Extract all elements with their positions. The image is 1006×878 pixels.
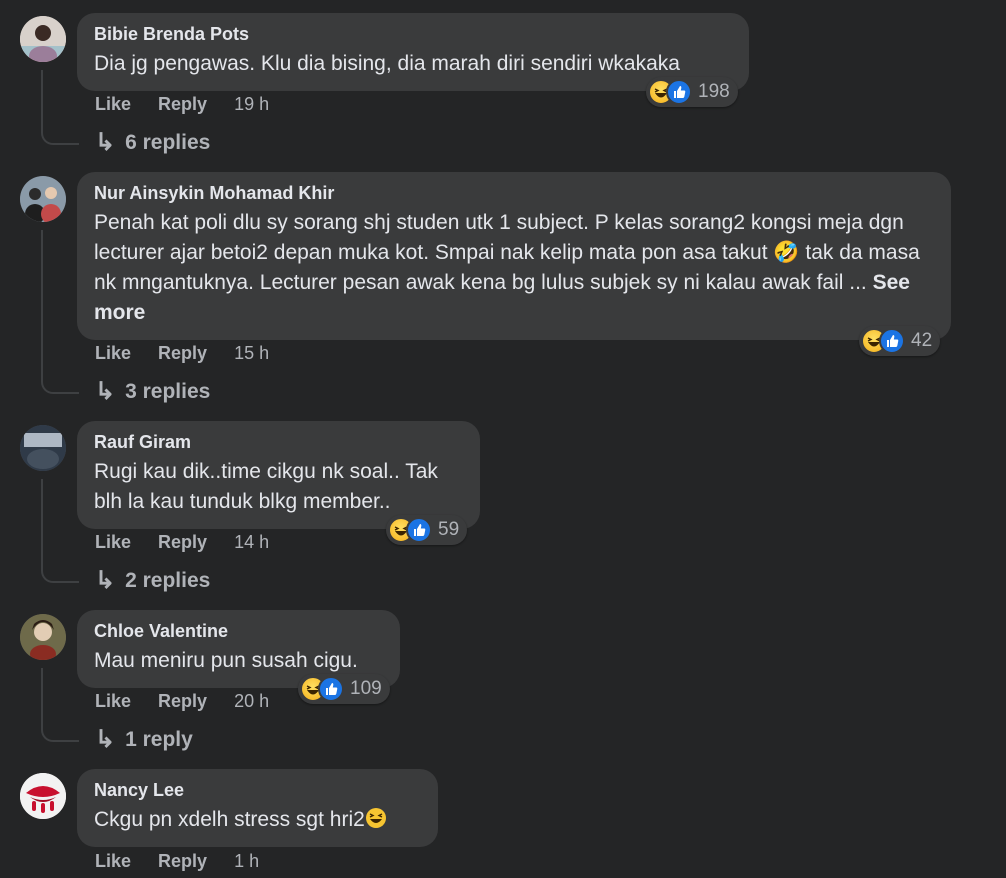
comment-actions: Like Reply 20 h: [95, 691, 291, 712]
comment-author[interactable]: Rauf Giram: [94, 431, 462, 453]
replies-label: 3 replies: [125, 379, 211, 403]
reaction-count: 198: [698, 81, 730, 102]
reply-button[interactable]: Reply: [158, 94, 207, 114]
comment-text: Dia jg pengawas. Klu dia bising, dia mar…: [94, 52, 680, 75]
comment-text-body: Ckgu pn xdelh stress sgt hri2: [94, 808, 365, 831]
comment-text: Rugi kau dik..time cikgu nk soal.. Tak b…: [94, 460, 438, 513]
reply-arrow-icon: ↳: [95, 726, 116, 753]
grinning-squinting-emoji-icon: [365, 808, 386, 828]
comment-bubble: Rauf Giram Rugi kau dik..time cikgu nk s…: [77, 421, 480, 529]
reply-button[interactable]: Reply: [158, 343, 207, 363]
reply-arrow-icon: ↳: [95, 567, 116, 594]
timestamp[interactable]: 20 h: [234, 691, 269, 711]
avatar[interactable]: [20, 176, 66, 222]
comment-bubble: Nancy Lee Ckgu pn xdelh stress sgt hri2: [77, 769, 438, 847]
thread-line: [41, 479, 79, 583]
timestamp[interactable]: 15 h: [234, 343, 269, 363]
comment-actions: Like Reply 15 h: [95, 343, 291, 364]
timestamp[interactable]: 1 h: [234, 851, 259, 871]
replies-label: 2 replies: [125, 568, 211, 592]
like-icon: [666, 79, 692, 105]
like-button[interactable]: Like: [95, 851, 131, 871]
comment-actions: Like Reply 1 h: [95, 851, 281, 872]
avatar[interactable]: [20, 425, 66, 471]
replies-label: 6 replies: [125, 130, 211, 154]
like-icon: [406, 517, 432, 543]
reply-arrow-icon: ↳: [95, 129, 116, 156]
like-button[interactable]: Like: [95, 532, 131, 552]
reaction-summary[interactable]: 109: [298, 674, 390, 704]
avatar[interactable]: [20, 614, 66, 660]
reply-arrow-icon: ↳: [95, 378, 116, 405]
comment-actions: Like Reply 14 h: [95, 532, 291, 553]
comment-bubble: Nur Ainsykin Mohamad Khir Penah kat poli…: [77, 172, 951, 340]
comment-text-body: Penah kat poli dlu sy sorang shj studen …: [94, 211, 920, 294]
view-replies-link[interactable]: ↳ 3 replies: [95, 377, 210, 406]
comment-text: Ckgu pn xdelh stress sgt hri2: [94, 805, 420, 835]
view-replies-link[interactable]: ↳ 6 replies: [95, 128, 210, 157]
reaction-summary[interactable]: 198: [646, 77, 738, 107]
thread-line: [41, 668, 79, 742]
comment-author[interactable]: Chloe Valentine: [94, 620, 382, 642]
timestamp[interactable]: 14 h: [234, 532, 269, 552]
like-button[interactable]: Like: [95, 343, 131, 363]
like-icon: [318, 676, 344, 702]
like-icon: [879, 328, 905, 354]
avatar[interactable]: [20, 16, 66, 62]
comment-author[interactable]: Nur Ainsykin Mohamad Khir: [94, 182, 933, 204]
timestamp[interactable]: 19 h: [234, 94, 269, 114]
view-replies-link[interactable]: ↳ 1 reply: [95, 725, 193, 754]
comment-text: Mau meniru pun susah cigu.: [94, 649, 358, 672]
reaction-count: 42: [911, 330, 933, 351]
comment-bubble: Bibie Brenda Pots Dia jg pengawas. Klu d…: [77, 13, 749, 91]
comment-text: Penah kat poli dlu sy sorang shj studen …: [94, 208, 933, 328]
comment-author[interactable]: Nancy Lee: [94, 779, 420, 801]
reaction-count: 59: [438, 519, 460, 540]
reply-button[interactable]: Reply: [158, 691, 207, 711]
reply-button[interactable]: Reply: [158, 851, 207, 871]
reaction-count: 109: [350, 678, 382, 699]
comment-author[interactable]: Bibie Brenda Pots: [94, 23, 731, 45]
like-button[interactable]: Like: [95, 94, 131, 114]
reply-button[interactable]: Reply: [158, 532, 207, 552]
reaction-summary[interactable]: 42: [859, 326, 941, 356]
like-button[interactable]: Like: [95, 691, 131, 711]
thread-line: [41, 70, 79, 145]
comment-actions: Like Reply 19 h: [95, 94, 291, 115]
thread-line: [41, 230, 79, 394]
view-replies-link[interactable]: ↳ 2 replies: [95, 566, 210, 595]
replies-label: 1 reply: [125, 727, 193, 751]
avatar[interactable]: [20, 773, 66, 819]
reaction-summary[interactable]: 59: [386, 515, 468, 545]
